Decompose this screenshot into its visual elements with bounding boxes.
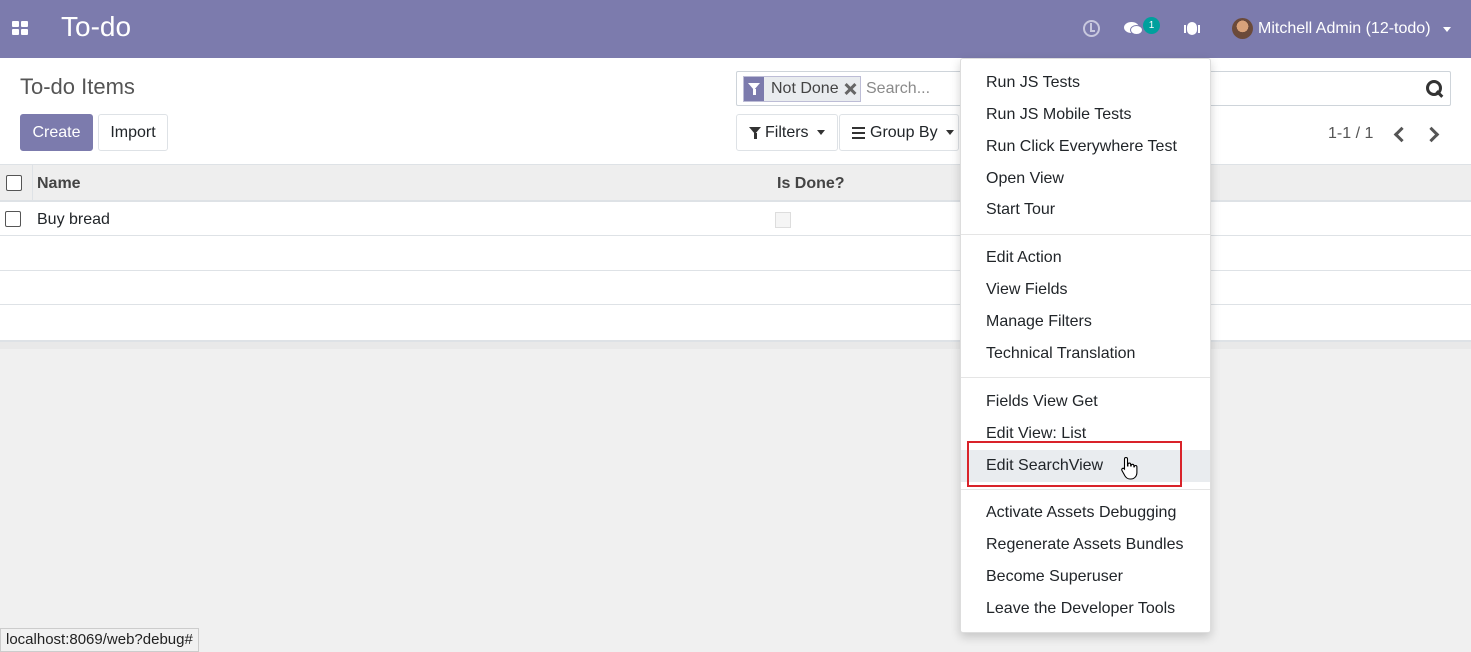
- list-footer: [0, 341, 1471, 349]
- menu-item-technical-translation[interactable]: Technical Translation: [961, 338, 1210, 370]
- user-menu-caret-icon[interactable]: [1443, 27, 1451, 32]
- filters-label: Filters: [765, 124, 809, 141]
- menu-item-run-click-everywhere-test[interactable]: Run Click Everywhere Test: [961, 131, 1210, 163]
- control-panel: To-do Items Create Import Not Done Filte…: [0, 58, 1471, 164]
- menu-item-regenerate-assets-bundles[interactable]: Regenerate Assets Bundles: [961, 529, 1210, 561]
- menu-item-activate-assets-debugging[interactable]: Activate Assets Debugging: [961, 497, 1210, 529]
- row-select-checkbox[interactable]: [5, 211, 21, 227]
- caret-down-icon: [945, 130, 954, 136]
- cell-name[interactable]: Buy bread: [37, 211, 110, 229]
- empty-row: [0, 305, 1471, 341]
- filter-icon: [749, 127, 761, 140]
- bars-icon: [852, 127, 865, 139]
- hand-cursor-icon: [1121, 456, 1138, 480]
- table-header: Name Is Done?: [0, 165, 1471, 202]
- breadcrumb: To-do Items: [20, 74, 135, 99]
- menu-divider: [961, 489, 1210, 490]
- status-url: localhost:8069/web?debug#: [0, 628, 199, 652]
- search-facet: Not Done: [743, 76, 861, 102]
- filter-facet-icon: [744, 77, 764, 101]
- pager-value[interactable]: 1-1 / 1: [1328, 125, 1373, 143]
- menu-item-start-tour[interactable]: Start Tour: [961, 194, 1210, 226]
- activity-clock-icon[interactable]: [1083, 20, 1100, 37]
- user-menu-name[interactable]: Mitchell Admin (12-todo): [1258, 20, 1431, 38]
- column-divider: [32, 165, 33, 200]
- list-view: Name Is Done? Buy bread: [0, 164, 1471, 349]
- debug-dropdown-menu: Run JS Tests Run JS Mobile Tests Run Cli…: [960, 58, 1211, 633]
- facet-label: Not Done: [771, 80, 839, 97]
- column-header-is-done[interactable]: Is Done?: [777, 175, 845, 193]
- highlight-box: [967, 441, 1182, 487]
- menu-item-run-js-tests[interactable]: Run JS Tests: [961, 67, 1210, 99]
- caret-down-icon: [816, 130, 825, 136]
- menu-item-leave-developer-tools[interactable]: Leave the Developer Tools: [961, 593, 1210, 625]
- table-row[interactable]: Buy bread: [0, 202, 1471, 236]
- apps-menu-icon[interactable]: [12, 21, 28, 35]
- create-button[interactable]: Create: [20, 114, 93, 151]
- menu-divider: [961, 377, 1210, 378]
- menu-item-become-superuser[interactable]: Become Superuser: [961, 561, 1210, 593]
- column-header-name[interactable]: Name: [37, 175, 81, 193]
- pager-previous-icon[interactable]: [1392, 126, 1406, 142]
- facet-remove-icon[interactable]: [843, 82, 857, 96]
- menu-divider: [961, 234, 1210, 235]
- menu-item-manage-filters[interactable]: Manage Filters: [961, 306, 1210, 338]
- select-all-checkbox[interactable]: [6, 175, 22, 191]
- menu-item-view-fields[interactable]: View Fields: [961, 274, 1210, 306]
- user-avatar[interactable]: [1232, 18, 1253, 39]
- filters-button[interactable]: Filters: [736, 114, 838, 151]
- empty-row: [0, 237, 1471, 271]
- menu-item-run-js-mobile-tests[interactable]: Run JS Mobile Tests: [961, 99, 1210, 131]
- group-by-button[interactable]: Group By: [839, 114, 959, 151]
- search-icon[interactable]: [1426, 80, 1444, 98]
- cell-is-done-checkbox: [775, 212, 791, 228]
- debug-bug-icon[interactable]: [1184, 19, 1200, 37]
- menu-item-fields-view-get[interactable]: Fields View Get: [961, 386, 1210, 418]
- top-navbar: To-do 1 Mitchell Admin (12-todo): [0, 0, 1471, 58]
- menu-item-open-view[interactable]: Open View: [961, 163, 1210, 195]
- menu-item-edit-action[interactable]: Edit Action: [961, 242, 1210, 274]
- import-button[interactable]: Import: [98, 114, 168, 151]
- pager-next-icon[interactable]: [1426, 126, 1440, 142]
- app-title[interactable]: To-do: [61, 11, 131, 43]
- messaging-chat-icon[interactable]: [1124, 20, 1144, 36]
- group-by-label: Group By: [870, 124, 938, 141]
- message-count-badge: 1: [1143, 17, 1160, 34]
- empty-row: [0, 271, 1471, 305]
